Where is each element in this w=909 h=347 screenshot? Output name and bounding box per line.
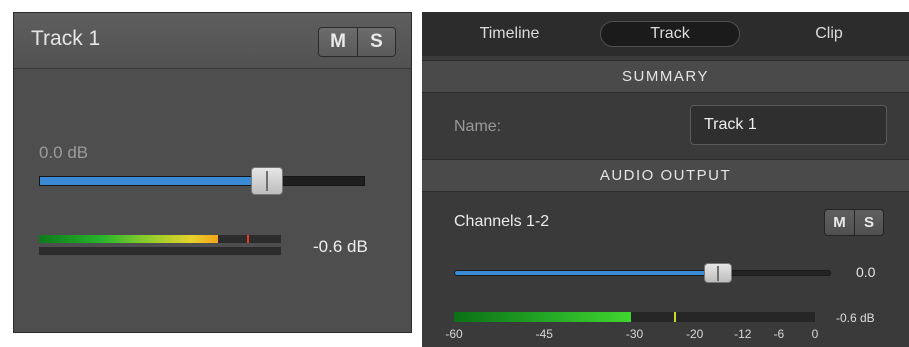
channel-solo-button[interactable]: S <box>854 210 883 235</box>
mute-button[interactable]: M <box>319 28 357 56</box>
inspector-panel: Timeline Track Clip SUMMARY Name: Track … <box>422 12 909 347</box>
tab-track[interactable]: Track <box>600 21 740 47</box>
level-meter-fill <box>39 235 219 243</box>
meter-scale-tick: -30 <box>625 327 644 341</box>
channel-meter-db-readout: -0.6 dB <box>836 311 875 325</box>
audio-output-section-header[interactable]: AUDIO OUTPUT <box>422 159 909 192</box>
channel-volume-value: 0.0 <box>856 264 876 280</box>
track-name-field[interactable]: Track 1 <box>690 105 887 145</box>
meter-scale-tick: 0 <box>811 327 819 341</box>
meter-scale-tick: -6 <box>773 327 785 341</box>
meter-scale-tick: -12 <box>734 327 752 341</box>
channel-mute-button[interactable]: M <box>825 210 854 235</box>
track-title: Track 1 <box>31 27 101 50</box>
channel-level-meter-fill <box>454 312 631 322</box>
name-label: Name: <box>454 118 502 135</box>
peak-indicator <box>247 235 250 243</box>
fader-db-label: 0.0 dB <box>39 143 89 162</box>
channel-peak-indicator <box>674 312 677 322</box>
meter-scale-tick: -20 <box>685 327 704 341</box>
volume-fader-track[interactable] <box>39 176 365 186</box>
track-header: Track 1 M S <box>14 13 411 69</box>
channel-level-meter <box>454 312 815 322</box>
inspector-tab-bar: Timeline Track Clip <box>422 12 909 56</box>
channel-mute-solo-group: M S <box>824 209 884 236</box>
level-meter-right-channel <box>39 247 281 255</box>
channel-volume-slider-track[interactable] <box>454 270 831 276</box>
level-meter-left-channel <box>39 235 281 243</box>
meter-scale-tick: -60 <box>445 327 463 341</box>
meter-db-readout: -0.6 dB <box>313 237 368 256</box>
meter-scale-tick: -45 <box>535 327 553 341</box>
channels-label: Channels 1-2 <box>454 213 550 230</box>
volume-fader-knob[interactable] <box>251 167 284 195</box>
channel-volume-slider-knob[interactable] <box>703 263 732 283</box>
tab-timeline[interactable]: Timeline <box>452 21 567 47</box>
volume-fader-fill <box>40 177 269 185</box>
solo-button[interactable]: S <box>357 28 395 56</box>
mute-solo-group: M S <box>318 27 396 57</box>
summary-section-header[interactable]: SUMMARY <box>422 60 909 93</box>
channel-volume-slider-fill <box>455 271 719 275</box>
tab-clip[interactable]: Clip <box>774 21 884 47</box>
track-mixer-panel: Track 1 M S 0.0 dB -0.6 dB <box>13 12 412 333</box>
